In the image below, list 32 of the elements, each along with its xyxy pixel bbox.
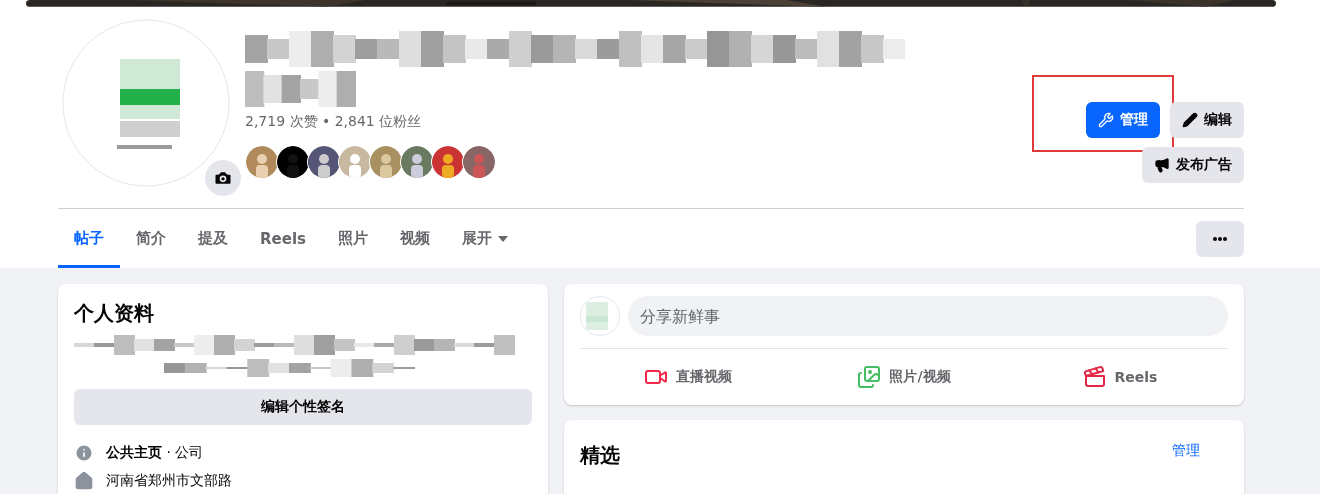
advertise-button[interactable]: 发布广告: [1142, 146, 1244, 183]
detail-text: 河南省郑州市文部路: [106, 472, 232, 490]
live-button[interactable]: 直播视频: [580, 357, 796, 397]
pencil-icon: [1182, 111, 1198, 128]
tab[interactable]: 简介: [120, 209, 182, 268]
tab[interactable]: 照片: [321, 209, 384, 268]
card-title: 个人资料: [74, 300, 155, 327]
photo-button[interactable]: 照片/视频: [796, 357, 1012, 397]
camera-button[interactable]: [205, 159, 241, 196]
page-stats: 2,719 次赞 • 2,841 位粉丝: [245, 112, 423, 131]
house-icon: [74, 471, 94, 491]
more-button[interactable]: [1196, 220, 1244, 257]
tab[interactable]: Reels: [244, 209, 322, 268]
reels-button[interactable]: Reels: [1012, 357, 1228, 397]
tab[interactable]: 视频: [383, 209, 446, 268]
manage-button[interactable]: 管理: [1086, 101, 1160, 138]
info-icon: [74, 443, 94, 463]
caret-icon: [497, 235, 508, 242]
edit-button[interactable]: 编辑: [1170, 101, 1244, 138]
tab[interactable]: 提及: [182, 209, 244, 268]
card-title: 精选: [580, 442, 620, 469]
tab[interactable]: 展开: [445, 209, 524, 268]
edit-bio-button[interactable]: 编辑个性签名: [74, 389, 532, 425]
clapperboard-icon: [1082, 365, 1107, 389]
megaphone-icon: [1154, 156, 1170, 173]
manage-link[interactable]: 管理: [1172, 442, 1200, 460]
tab[interactable]: 帖子: [58, 209, 120, 268]
more-icon: [1213, 236, 1227, 241]
photos-icon: [857, 365, 882, 389]
wrench-icon: [1098, 111, 1114, 128]
detail-text: 公共主页 · 公司: [106, 444, 204, 462]
post-field[interactable]: 分享新鲜事: [628, 296, 1228, 336]
